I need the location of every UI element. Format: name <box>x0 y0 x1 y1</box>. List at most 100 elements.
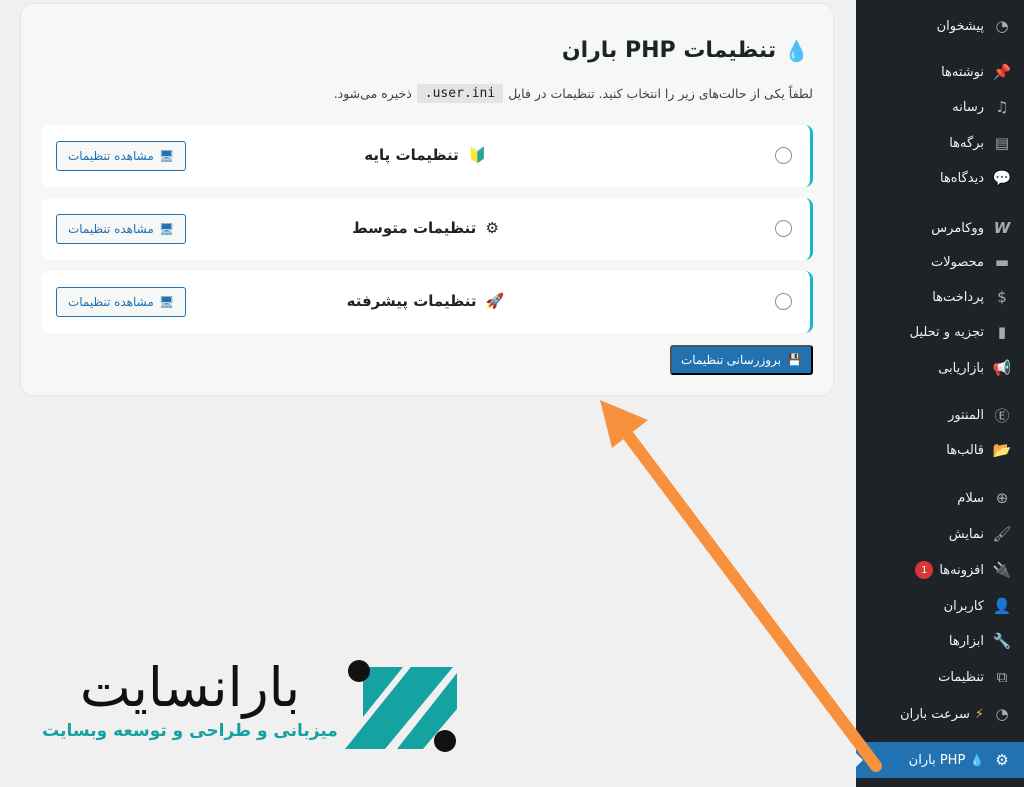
sidebar-item-salam[interactable]: ⊕ سلام <box>856 480 1024 516</box>
sidebar-item-elementor[interactable]: Ⓔ المنتور <box>856 397 1024 433</box>
view-settings-label: مشاهده تنظیمات <box>67 295 154 309</box>
radio-advanced[interactable] <box>775 293 792 310</box>
analytics-icon: ▮ <box>997 323 1007 341</box>
monitor-icon: 🖥 <box>158 222 175 236</box>
active-indicator <box>855 752 863 768</box>
elementor-icon: Ⓔ <box>994 406 1010 425</box>
wrench-icon: 🔧 <box>992 632 1012 650</box>
description-text: لطفاً یکی از حالت‌های زیر را انتخاب کنید… <box>508 86 813 101</box>
dashboard-icon: ◔ <box>995 17 1009 35</box>
beginner-icon: 🔰 <box>468 146 487 164</box>
sidebar-item-label: پیشخوان <box>936 18 984 34</box>
settings-icon: ⧉ <box>996 668 1008 686</box>
sidebar-item-payments[interactable]: $ پرداخت‌ها <box>856 279 1024 315</box>
sidebar-item-label: کاربران <box>943 598 984 614</box>
save-icon: 💾 <box>787 353 803 367</box>
gear-emoji-icon: ⚙ <box>485 219 499 237</box>
page-description: لطفاً یکی از حالت‌های زیر را انتخاب کنید… <box>334 84 813 103</box>
monitor-icon: 🖥 <box>158 149 175 163</box>
gear-icon: ⚙ <box>995 751 1009 769</box>
folder-icon: 📂 <box>992 441 1012 459</box>
update-settings-button[interactable]: 💾 بروزرسانی تنظیمات <box>670 345 813 375</box>
sidebar-item-label: برگه‌ها <box>949 135 984 151</box>
view-settings-button-basic[interactable]: 🖥 مشاهده تنظیمات <box>56 141 186 171</box>
sidebar-item-label: ووکامرس <box>931 220 984 236</box>
sidebar-item-marketing[interactable]: 📢 بازاریابی <box>856 350 1024 386</box>
sidebar-item-label: نوشته‌ها <box>941 64 984 80</box>
sidebar-item-pages[interactable]: ▤ برگه‌ها <box>856 125 1024 161</box>
logo-mark-icon <box>345 660 457 752</box>
option-medium-text: تنظیمات متوسط <box>352 219 477 237</box>
media-icon: ♫ <box>995 98 1009 116</box>
php-settings-panel: 💧 تنظیمات PHP باران لطفاً یکی از حالت‌ها… <box>21 4 833 395</box>
plugin-icon: 🔌 <box>992 561 1012 579</box>
sidebar-item-label: محصولات <box>931 254 984 270</box>
plugin-update-badge: 1 <box>915 561 934 579</box>
droplet-icon: 💧 <box>970 753 984 767</box>
sidebar-item-label: قالب‌ها <box>946 442 984 458</box>
sidebar-item-products[interactable]: ▬ محصولات <box>856 244 1024 280</box>
sidebar-item-baran-speed[interactable]: ◔ ⚡ سرعت باران <box>856 696 1024 732</box>
sidebar-item-label: دیدگاه‌ها <box>939 170 984 186</box>
radio-basic[interactable] <box>775 147 792 164</box>
view-settings-label: مشاهده تنظیمات <box>67 222 154 236</box>
page-title: 💧 تنظیمات PHP باران <box>562 38 809 63</box>
sidebar-item-label: پرداخت‌ها <box>932 289 984 305</box>
sidebar-item-tools[interactable]: 🔧 ابزارها <box>856 623 1024 659</box>
option-advanced[interactable]: 🚀 تنظیمات پیشرفته 🖥 مشاهده تنظیمات <box>41 271 813 333</box>
sidebar-item-templates[interactable]: 📂 قالب‌ها <box>856 432 1024 468</box>
sidebar-item-plugins[interactable]: 🔌 افزونه‌ها 1 <box>856 552 1024 588</box>
sidebar-item-label: رسانه <box>952 99 984 115</box>
monitor-icon: 🖥 <box>158 295 175 309</box>
sidebar-item-appearance[interactable]: 🖌 نمایش <box>856 516 1024 552</box>
sidebar-item-woocommerce[interactable]: W ووکامرس <box>856 210 1024 246</box>
update-settings-label: بروزرسانی تنظیمات <box>681 353 782 367</box>
option-advanced-text: تنظیمات پیشرفته <box>346 292 477 310</box>
sidebar-item-comments[interactable]: 💬 دیدگاه‌ها <box>856 160 1024 196</box>
comments-icon: 💬 <box>992 169 1012 187</box>
sidebar-item-label: افزونه‌ها <box>939 562 984 578</box>
radio-medium[interactable] <box>775 220 792 237</box>
ini-filename: .user.ini <box>416 84 504 103</box>
sidebar-item-label: نمایش <box>948 526 984 542</box>
sidebar-item-label: تنظیمات <box>938 669 984 685</box>
sidebar-item-settings[interactable]: ⧉ تنظیمات <box>856 659 1024 695</box>
megaphone-icon: 📢 <box>992 359 1012 377</box>
sidebar-item-media[interactable]: ♫ رسانه <box>856 89 1024 125</box>
logo-name: بارانسایت <box>79 656 301 719</box>
sidebar-item-label: تجزیه و تحلیل <box>909 324 984 340</box>
page-title-text: تنظیمات PHP باران <box>561 38 777 63</box>
lightning-icon: ⚡ <box>974 706 984 722</box>
logo-tagline: میزبانی و طراحی و توسعه وبسایت <box>42 721 338 741</box>
sidebar-item-dashboard[interactable]: ◔ پیشخوان <box>856 8 1024 44</box>
baransite-logo: بارانسایت میزبانی و طراحی و توسعه وبسایت <box>35 657 465 757</box>
pin-icon: 📌 <box>992 63 1012 81</box>
option-medium[interactable]: ⚙ تنظیمات متوسط 🖥 مشاهده تنظیمات <box>41 198 813 260</box>
pages-icon: ▤ <box>994 134 1010 152</box>
woocommerce-icon: W <box>993 219 1011 237</box>
sidebar-item-label: سرعت باران <box>900 706 970 722</box>
description-text-end: ذخیره می‌شود. <box>333 86 412 101</box>
option-basic-text: تنظیمات پایه <box>364 146 459 164</box>
sidebar-item-label: PHP باران <box>908 752 966 768</box>
view-settings-button-advanced[interactable]: 🖥 مشاهده تنظیمات <box>56 287 186 317</box>
sidebar-item-posts[interactable]: 📌 نوشته‌ها <box>856 54 1024 90</box>
admin-sidebar: ◔ پیشخوان 📌 نوشته‌ها ♫ رسانه ▤ برگه‌ها 💬… <box>855 0 1024 787</box>
payments-icon: $ <box>997 288 1007 306</box>
speed-icon: ◔ <box>995 705 1009 723</box>
arrow-head <box>600 400 648 448</box>
sidebar-item-users[interactable]: 👤 کاربران <box>856 588 1024 624</box>
sidebar-item-label: المنتور <box>948 407 984 423</box>
sidebar-item-label: بازاریابی <box>938 360 984 376</box>
products-icon: ▬ <box>994 253 1010 271</box>
droplet-icon: 💧 <box>784 38 809 63</box>
plus-circle-icon: ⊕ <box>995 489 1009 507</box>
view-settings-button-medium[interactable]: 🖥 مشاهده تنظیمات <box>56 214 186 244</box>
sidebar-item-label: ابزارها <box>948 633 984 649</box>
sidebar-item-php-baran[interactable]: ⚙ 💧 PHP باران <box>855 742 1024 778</box>
user-icon: 👤 <box>992 597 1012 615</box>
rocket-icon: 🚀 <box>485 292 505 310</box>
sidebar-item-analytics[interactable]: ▮ تجزیه و تحلیل <box>856 314 1024 350</box>
option-basic[interactable]: 🔰 تنظیمات پایه 🖥 مشاهده تنظیمات <box>41 125 813 187</box>
brush-icon: 🖌 <box>992 525 1012 543</box>
